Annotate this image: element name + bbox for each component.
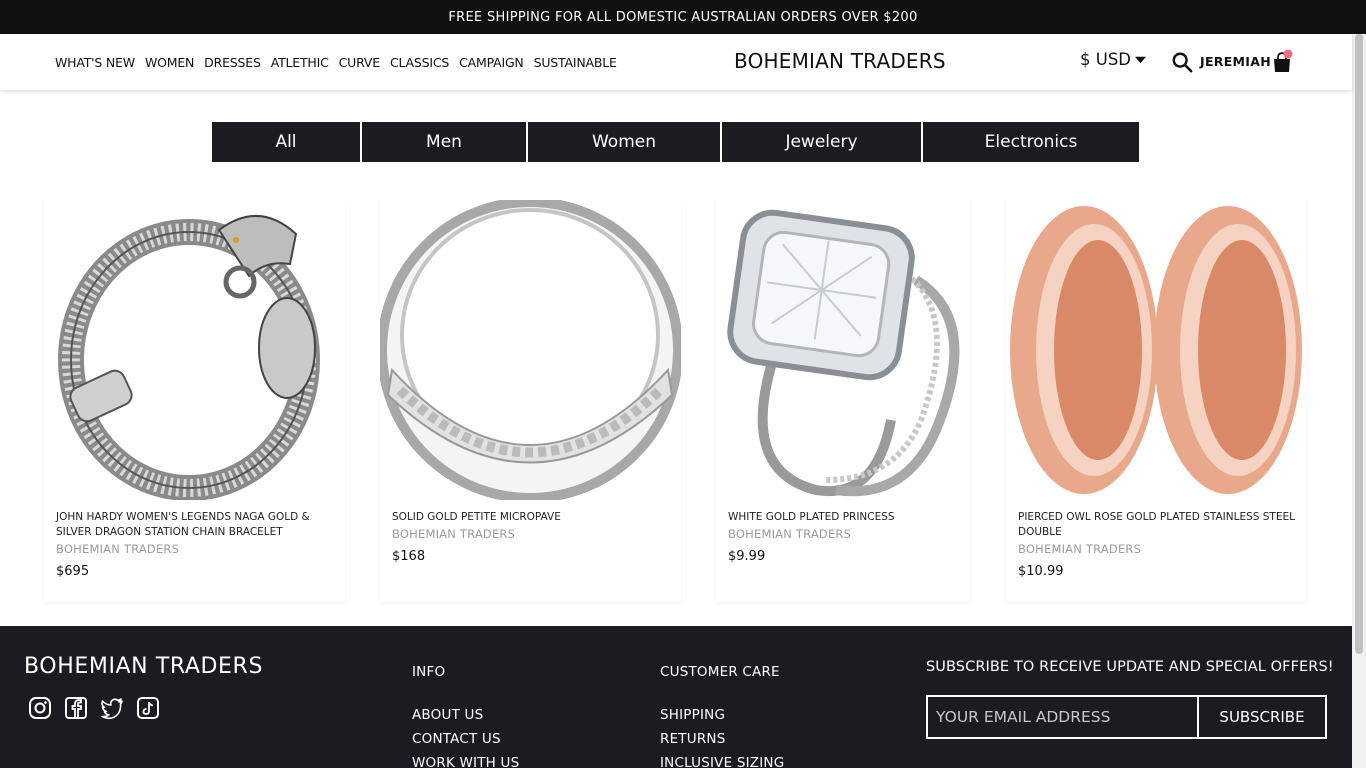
footer-care-heading: CUSTOMER CARE: [660, 664, 780, 680]
site-header: WHAT'S NEW WOMEN DRESSES ATLETHIC CURVE …: [0, 34, 1352, 90]
product-brand: BOHEMIAN TRADERS: [392, 527, 516, 541]
rose-gold-plugs-image: [1010, 206, 1302, 494]
filter-all-button[interactable]: All: [212, 122, 360, 162]
ring-image: [380, 200, 681, 500]
product-title[interactable]: SOLID GOLD PETITE MICROPAVE: [392, 510, 662, 525]
nav-dresses[interactable]: DRESSES: [204, 55, 261, 70]
footer-link-work-with-us[interactable]: WORK WITH US: [412, 755, 519, 768]
shopping-bag-icon[interactable]: [1271, 50, 1295, 74]
twitter-icon[interactable]: [100, 696, 124, 720]
filter-men-button[interactable]: Men: [362, 122, 526, 162]
user-account-link[interactable]: JEREMIAH: [1200, 54, 1271, 69]
footer-care-column: CUSTOMER CARE SHIPPING RETURNS INCLUSIVE…: [660, 664, 784, 768]
bracelet-image: [58, 215, 320, 500]
footer-info-column: INFO ABOUT US CONTACT US WORK WITH US: [412, 664, 519, 768]
announcement-text: FREE SHIPPING FOR ALL DOMESTIC AUSTRALIA…: [448, 9, 918, 25]
footer-logo[interactable]: BOHEMIAN TRADERS: [24, 654, 263, 679]
tiktok-icon[interactable]: [136, 696, 160, 720]
product-title[interactable]: PIERCED OWL ROSE GOLD PLATED STAINLESS S…: [1018, 510, 1298, 540]
product-title[interactable]: JOHN HARDY WOMEN'S LEGENDS NAGA GOLD & S…: [56, 510, 326, 540]
caret-down-icon: [1135, 56, 1146, 63]
product-brand: BOHEMIAN TRADERS: [1018, 542, 1142, 556]
category-filters: All Men Women Jewelery Electronics: [212, 122, 1139, 162]
footer-link-inclusive-sizing[interactable]: INCLUSIVE SIZING: [660, 755, 784, 768]
nav-athletic[interactable]: ATLETHIC: [271, 55, 329, 70]
filter-women-button[interactable]: Women: [528, 122, 720, 162]
subscribe-heading: SUBSCRIBE TO RECEIVE UPDATE AND SPECIAL …: [926, 659, 1334, 675]
product-price: $168: [392, 549, 426, 564]
announcement-bar: FREE SHIPPING FOR ALL DOMESTIC AUSTRALIA…: [0, 0, 1366, 34]
footer-link-returns[interactable]: RETURNS: [660, 731, 784, 747]
nav-sustainable[interactable]: SUSTAINABLE: [534, 55, 617, 70]
product-brand: BOHEMIAN TRADERS: [56, 542, 180, 556]
nav-classics[interactable]: CLASSICS: [390, 55, 449, 70]
product-image[interactable]: [380, 200, 681, 500]
page-scrollbar[interactable]: [1352, 34, 1366, 768]
instagram-icon[interactable]: [28, 696, 52, 720]
social-links: [28, 696, 160, 720]
nav-curve[interactable]: CURVE: [339, 55, 381, 70]
product-card[interactable]: PIERCED OWL ROSE GOLD PLATED STAINLESS S…: [1006, 200, 1306, 602]
footer-link-about-us[interactable]: ABOUT US: [412, 707, 519, 723]
subscribe-form: SUBSCRIBE: [926, 695, 1327, 739]
nav-campaign[interactable]: CAMPAIGN: [459, 55, 524, 70]
nav-women[interactable]: WOMEN: [145, 55, 194, 70]
product-title[interactable]: WHITE GOLD PLATED PRINCESS: [728, 510, 958, 525]
facebook-icon[interactable]: [64, 696, 88, 720]
product-price: $9.99: [728, 549, 766, 564]
currency-label: $ USD: [1080, 50, 1131, 69]
product-price: $695: [56, 564, 90, 579]
footer-link-shipping[interactable]: SHIPPING: [660, 707, 784, 723]
footer-info-heading: INFO: [412, 664, 446, 680]
main-nav: WHAT'S NEW WOMEN DRESSES ATLETHIC CURVE …: [55, 55, 617, 70]
scrollbar-thumb[interactable]: [1355, 34, 1363, 654]
product-card[interactable]: SOLID GOLD PETITE MICROPAVE BOHEMIAN TRA…: [380, 200, 681, 602]
email-input[interactable]: [928, 697, 1197, 737]
product-card[interactable]: JOHN HARDY WOMEN'S LEGENDS NAGA GOLD & S…: [44, 200, 345, 602]
product-price: $10.99: [1018, 564, 1064, 579]
engagement-ring-image: [727, 209, 960, 497]
product-image[interactable]: [1006, 200, 1306, 500]
product-image[interactable]: [44, 200, 345, 500]
product-brand: BOHEMIAN TRADERS: [728, 527, 852, 541]
product-image[interactable]: [716, 200, 970, 500]
filter-electronics-button[interactable]: Electronics: [923, 122, 1139, 162]
filter-jewelery-button[interactable]: Jewelery: [722, 122, 921, 162]
nav-whats-new[interactable]: WHAT'S NEW: [55, 55, 135, 70]
currency-selector[interactable]: $ USD: [1080, 50, 1146, 69]
subscribe-button[interactable]: SUBSCRIBE: [1197, 697, 1325, 737]
product-card[interactable]: WHITE GOLD PLATED PRINCESS BOHEMIAN TRAD…: [716, 200, 970, 602]
search-icon[interactable]: [1171, 51, 1193, 73]
site-footer: BOHEMIAN TRADERS INFO ABOUT US CONTACT U…: [0, 626, 1352, 768]
footer-link-contact-us[interactable]: CONTACT US: [412, 731, 519, 747]
site-logo[interactable]: BOHEMIAN TRADERS: [734, 49, 946, 73]
